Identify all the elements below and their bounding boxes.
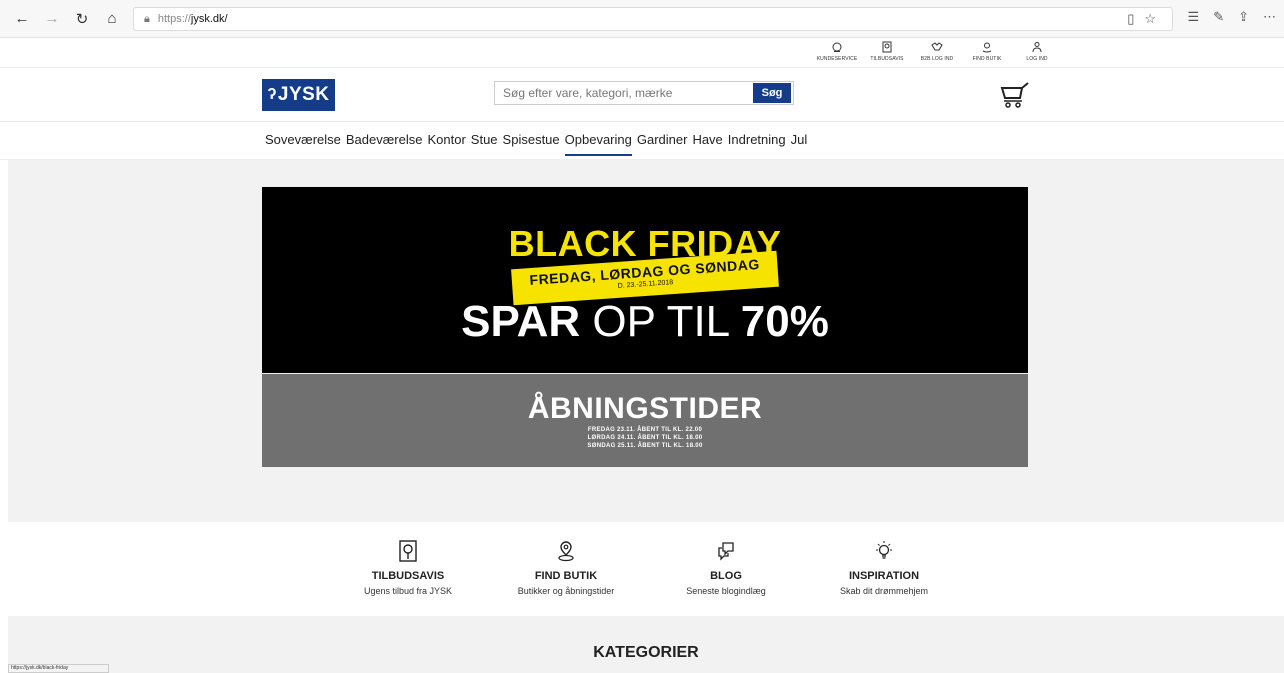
feature-links: TILBUDSAVIS Ugens tilbud fra JYSK FIND B… (0, 522, 1284, 616)
home-icon[interactable]: ⌂ (98, 5, 126, 33)
catalog-icon (399, 540, 417, 562)
feature-tilbudsavis[interactable]: TILBUDSAVIS Ugens tilbud fra JYSK (328, 540, 488, 596)
nav-item-stue[interactable]: Stue (471, 132, 498, 147)
categories-title: KATEGORIER (593, 644, 699, 661)
browser-toolbar: ← → ↻ ⌂ 🔒︎ https://jysk.dk/ ▯ ☆ ☰ ✎ ⇪ ⋯ (0, 0, 1284, 38)
login-link[interactable]: LOG IND (1018, 41, 1056, 62)
discount-percent: 70% (740, 297, 829, 346)
util-label: LOG IND (1026, 56, 1048, 62)
search-button[interactable]: Søg (753, 83, 791, 103)
categories-section: KATEGORIER (8, 616, 1284, 673)
opening-hours-line: FREDAG 23.11. ÅBENT TIL KL. 22.00 (587, 427, 703, 433)
nav-item-indretning[interactable]: Indretning (728, 132, 786, 147)
browser-actions: ☰ ✎ ⇪ ⋯ (1188, 9, 1284, 25)
url-host: jysk.dk/ (190, 13, 228, 25)
op-til-text: OP TIL (580, 297, 741, 346)
catalog-icon (882, 41, 892, 53)
headset-icon (832, 42, 842, 52)
lightbulb-icon (876, 541, 892, 559)
logo-text: JYSK (277, 84, 330, 105)
feature-subtitle: Butikker og åbningstider (517, 586, 615, 596)
handshake-icon (931, 42, 943, 51)
url-protocol: https:// (157, 13, 191, 25)
nav-item-opbevaring[interactable]: Opbevaring (564, 132, 633, 156)
more-icon[interactable]: ⋯ (1263, 9, 1276, 25)
feature-title: TILBUDSAVIS (371, 570, 445, 582)
search-input[interactable] (495, 82, 753, 104)
nav-item-kontor[interactable]: Kontor (427, 132, 465, 147)
search-box: Søg (494, 81, 794, 105)
opening-hours-line: LØRDAG 24.11. ÅBENT TIL KL. 18.00 (587, 435, 703, 441)
opening-hours-title: ÅBNINGSTIDER (527, 392, 763, 425)
logo-mark-icon: ʔ (267, 86, 277, 103)
jysk-logo[interactable]: ʔ JYSK (262, 79, 335, 111)
address-bar-actions: ▯ ☆ (1127, 11, 1156, 27)
feature-title: FIND BUTIK (534, 570, 598, 582)
refresh-icon[interactable]: ↻ (68, 5, 96, 33)
catalog-link[interactable]: TILBUDSAVIS (868, 41, 906, 62)
favorites-list-icon[interactable]: ☰ (1188, 9, 1200, 25)
reading-view-icon[interactable]: ▯ (1127, 11, 1134, 27)
black-friday-title: BLACK FRIDAY (508, 223, 782, 264)
feature-title: BLOG (710, 570, 742, 582)
shopping-cart-icon[interactable] (1000, 82, 1030, 108)
find-store-link[interactable]: FIND BUTIK (968, 41, 1006, 62)
feature-subtitle: Skab dit drømmehjem (839, 586, 929, 596)
browser-nav-buttons: ← → ↻ ⌂ (8, 5, 126, 33)
nav-item-gardiner[interactable]: Gardiner (637, 132, 688, 147)
black-friday-banner[interactable]: BLACK FRIDAY FREDAG, LØRDAG OG SØNDAG D.… (262, 187, 1028, 373)
user-icon (1032, 42, 1042, 53)
nav-item-spisestue[interactable]: Spisestue (503, 132, 560, 147)
feature-subtitle: Seneste blogindlæg (686, 586, 766, 596)
status-bar-url: https://jysk.dk/black-friday (8, 664, 109, 673)
b2b-login-link[interactable]: B2B LOG IND (918, 41, 956, 62)
utility-bar: KUNDESERVICE TILBUDSAVIS B2B LOG IND FIN… (0, 38, 1284, 68)
spar-text: SPAR (461, 297, 581, 346)
location-pin-icon (558, 541, 574, 562)
opening-hours-line: SØNDAG 25.11. ÅBENT TIL KL. 18.00 (587, 443, 703, 449)
forward-icon[interactable]: → (38, 5, 66, 33)
feature-subtitle: Ugens tilbud fra JYSK (363, 586, 453, 596)
back-icon[interactable]: ← (8, 5, 36, 33)
nav-item-badevaerelse[interactable]: Badeværelse (346, 132, 423, 147)
discount-headline: SPAR OP TIL 70% (262, 297, 1028, 347)
nav-item-sovevaerelse[interactable]: Soveværelse (265, 132, 341, 147)
address-bar[interactable]: 🔒︎ https://jysk.dk/ (133, 7, 1173, 31)
feature-inspiration[interactable]: INSPIRATION Skab dit drømmehjem (804, 540, 964, 596)
main-navigation: Soveværelse Badeværelse Kontor Stue Spis… (0, 122, 1284, 160)
chat-bubbles-icon (718, 542, 734, 561)
nav-item-jul[interactable]: Jul (791, 132, 808, 147)
feature-title: INSPIRATION (848, 570, 920, 582)
share-icon[interactable]: ⇪ (1238, 9, 1249, 25)
util-label: TILBUDSAVIS (870, 56, 904, 62)
util-label: FIND BUTIK (972, 56, 1002, 62)
pen-icon[interactable]: ✎ (1213, 9, 1224, 25)
feature-find-butik[interactable]: FIND BUTIK Butikker og åbningstider (486, 540, 646, 596)
nav-item-have[interactable]: Have (692, 132, 722, 147)
feature-blog[interactable]: BLOG Seneste blogindlæg (646, 540, 806, 596)
opening-hours-banner[interactable]: ÅBNINGSTIDER FREDAG 23.11. ÅBENT TIL KL.… (262, 374, 1028, 467)
site-header: ʔ JYSK Søg (0, 68, 1284, 122)
favorite-star-icon[interactable]: ☆ (1144, 11, 1156, 27)
util-label: KUNDESERVICE (816, 56, 858, 62)
location-pin-icon (982, 42, 992, 53)
util-label: B2B LOG IND (920, 56, 954, 62)
customer-service-link[interactable]: KUNDESERVICE (816, 41, 858, 62)
lock-icon: 🔒︎ (144, 12, 150, 25)
